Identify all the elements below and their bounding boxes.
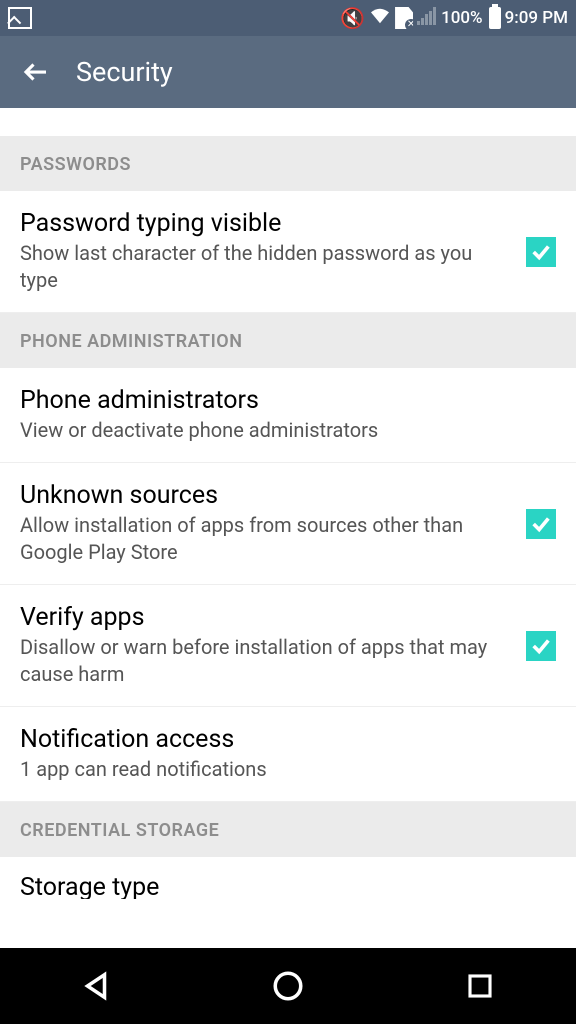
section-header-credential-storage: CREDENTIAL STORAGE [0,802,576,857]
wifi-icon [369,7,391,30]
battery-percent: 100% [441,8,483,28]
setting-password-visible[interactable]: Password typing visible Show last charac… [0,191,576,313]
setting-desc: Disallow or warn before installation of … [20,634,510,688]
page-title: Security [76,56,173,88]
setting-unknown-sources[interactable]: Unknown sources Allow installation of ap… [0,463,576,585]
setting-desc: Show last character of the hidden passwo… [20,240,510,294]
section-header-passwords: PASSWORDS [0,136,576,191]
app-bar: Security [0,36,576,108]
setting-title: Verify apps [20,603,510,632]
setting-desc: 1 app can read notifications [20,756,540,783]
checkbox-verify-apps[interactable] [526,631,556,661]
setting-desc: Allow installation of apps from sources … [20,512,510,566]
checkbox-password-visible[interactable] [526,237,556,267]
checkbox-unknown-sources[interactable] [526,509,556,539]
setting-desc: View or deactivate phone administrators [20,417,540,444]
mute-icon: 🔇 [340,6,365,30]
setting-verify-apps[interactable]: Verify apps Disallow or warn before inst… [0,585,576,707]
nav-home-button[interactable] [248,961,328,1011]
signal-icon [417,7,437,30]
back-button[interactable] [20,56,52,88]
setting-phone-administrators[interactable]: Phone administrators View or deactivate … [0,368,576,463]
setting-title: Phone administrators [20,386,540,415]
setting-storage-type[interactable]: Storage type [0,857,576,899]
nav-bar [0,948,576,1024]
setting-title: Storage type [20,873,540,900]
nav-recent-button[interactable] [440,961,520,1011]
setting-title: Password typing visible [20,209,510,238]
setting-notification-access[interactable]: Notification access 1 app can read notif… [0,707,576,802]
nav-back-button[interactable] [56,961,136,1011]
battery-icon [489,7,501,29]
sd-card-icon [395,7,413,29]
clock: 9:09 PM [505,8,568,28]
status-bar: 🔇 100% 9:09 PM [0,0,576,36]
section-header-phone-administration: PHONE ADMINISTRATION [0,313,576,368]
settings-list: PASSWORDS Password typing visible Show l… [0,108,576,948]
image-indicator-icon [8,7,32,29]
setting-title: Unknown sources [20,481,510,510]
setting-title: Notification access [20,725,540,754]
